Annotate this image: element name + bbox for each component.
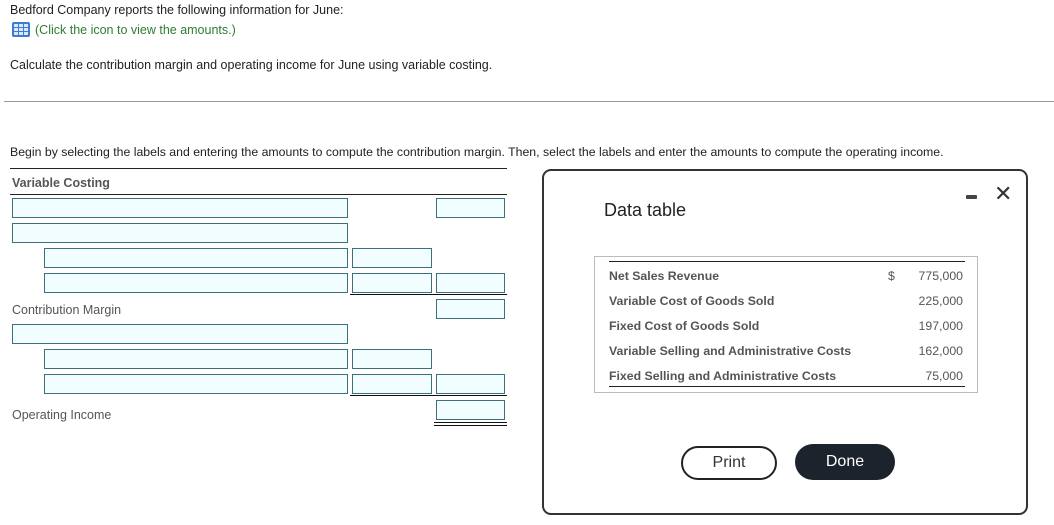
double-rule-bottom [434, 425, 507, 426]
subtotal-rule [350, 395, 507, 396]
row3-label-input[interactable] [44, 248, 348, 268]
row1-label-input[interactable] [12, 198, 348, 218]
row6-label-input[interactable] [44, 349, 348, 369]
subtotal-rule [350, 294, 507, 295]
row-value: 225,000 [918, 294, 963, 308]
row7-amount-input[interactable] [352, 374, 432, 394]
row3-amount-input[interactable] [352, 248, 432, 268]
double-rule-top [434, 422, 507, 423]
instruction-text: Calculate the contribution margin and op… [10, 58, 493, 72]
minimize-icon[interactable] [966, 195, 977, 199]
done-button[interactable]: Done [795, 444, 895, 480]
view-amounts-text[interactable]: (Click the icon to view the amounts.) [35, 23, 236, 37]
close-icon[interactable]: ✕ [994, 183, 1012, 205]
row4-amount-input[interactable] [352, 273, 432, 293]
data-table: Net Sales Revenue $ 775,000 Variable Cos… [594, 256, 978, 393]
table-row: Fixed Selling and Administrative Costs 7… [609, 363, 965, 388]
row5-label-input[interactable] [12, 324, 348, 344]
contribution-margin-input[interactable] [436, 299, 505, 319]
modal-title: Data table [604, 200, 687, 220]
data-table-modal: Data table ✕ Net Sales Revenue $ 775,000… [542, 169, 1028, 515]
worksheet-title-rule [10, 194, 507, 195]
row7-label-input[interactable] [44, 374, 348, 394]
row-value: 162,000 [918, 344, 963, 358]
table-top-rule [609, 261, 965, 262]
row-name: Variable Cost of Goods Sold [609, 294, 775, 308]
worksheet-title: Variable Costing [12, 176, 110, 190]
row-name: Fixed Cost of Goods Sold [609, 319, 760, 333]
row-value: 197,000 [918, 319, 963, 333]
divider [4, 101, 1054, 102]
row4-total-input[interactable] [436, 273, 505, 293]
row-name: Variable Selling and Administrative Cost… [609, 344, 852, 358]
print-button[interactable]: Print [681, 446, 777, 480]
table-row: Variable Cost of Goods Sold 225,000 [609, 288, 965, 313]
row-value: 75,000 [925, 369, 963, 383]
table-row: Variable Selling and Administrative Cost… [609, 338, 965, 363]
table-row: Fixed Cost of Goods Sold 197,000 [609, 313, 965, 338]
row4-label-input[interactable] [44, 273, 348, 293]
contribution-margin-label: Contribution Margin [12, 303, 122, 317]
operating-income-label: Operating Income [12, 408, 112, 422]
row-currency: $ [888, 269, 895, 283]
row-name: Net Sales Revenue [609, 269, 720, 283]
row7-total-input[interactable] [436, 374, 505, 394]
row-name: Fixed Selling and Administrative Costs [609, 369, 837, 383]
table-row: Net Sales Revenue $ 775,000 [609, 263, 965, 288]
row-value: 775,000 [918, 269, 963, 283]
row1-amount-input[interactable] [436, 198, 505, 218]
data-table-icon[interactable] [12, 22, 30, 37]
step-instruction: Begin by selecting the labels and enteri… [10, 145, 944, 159]
operating-income-input[interactable] [436, 400, 505, 420]
worksheet-top-rule [10, 168, 507, 169]
row2-label-input[interactable] [12, 223, 348, 243]
table-bottom-rule [609, 386, 965, 387]
row6-amount-input[interactable] [352, 349, 432, 369]
view-amounts-link[interactable]: (Click the icon to view the amounts.) [12, 22, 236, 37]
intro-text: Bedford Company reports the following in… [10, 3, 344, 17]
